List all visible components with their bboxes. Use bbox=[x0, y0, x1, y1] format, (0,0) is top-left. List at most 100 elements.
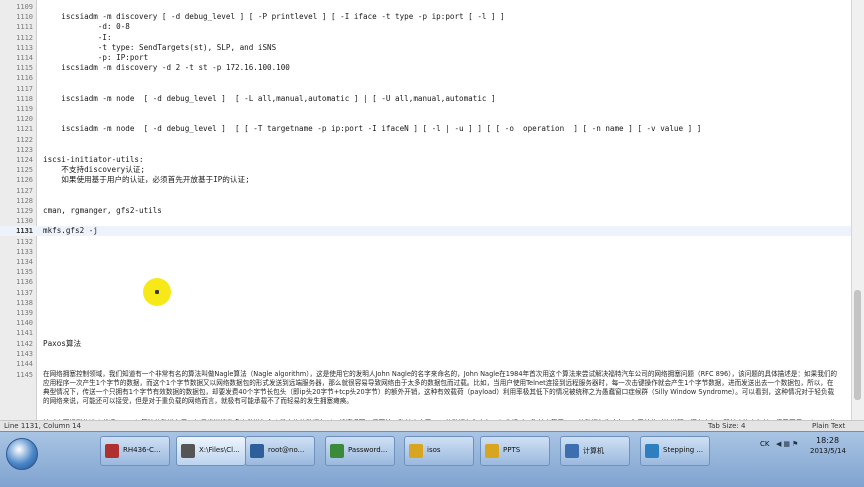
taskbar-button[interactable]: root@no... bbox=[245, 436, 315, 466]
line-number: 1110 bbox=[16, 13, 33, 22]
scrollbar-thumb[interactable] bbox=[854, 290, 861, 400]
line-text: iscsiadm -m node [ -d debug_level ] [ -L… bbox=[43, 93, 496, 103]
line-number: 1134 bbox=[16, 258, 33, 266]
editor-line[interactable]: 1112 -I: bbox=[0, 33, 852, 43]
editor-line[interactable]: 1116 bbox=[0, 73, 852, 83]
system-tray: CK ◀▦⚑ 18:28 2013/5/14 bbox=[754, 432, 864, 487]
editor-line[interactable]: 1138 bbox=[0, 298, 852, 308]
taskbar-button[interactable]: Password... bbox=[325, 436, 395, 466]
start-button[interactable] bbox=[6, 438, 38, 470]
line-text: mkfs.gfs2 -j bbox=[43, 226, 98, 236]
editor-line[interactable]: 1131 mkfs.gfs2 -j bbox=[0, 226, 852, 237]
editor-line[interactable]: 1127 bbox=[0, 186, 852, 196]
editor-line[interactable]: 1134 bbox=[0, 257, 852, 267]
line-number: 1130 bbox=[16, 217, 33, 226]
line-number: 1131 bbox=[16, 227, 33, 236]
line-number: 1123 bbox=[16, 145, 33, 154]
line-number: 1121 bbox=[16, 125, 33, 134]
taskbar-button[interactable]: isos bbox=[404, 436, 474, 466]
editor-line[interactable]: 1141 bbox=[0, 328, 852, 338]
editor-line[interactable]: 1139 bbox=[0, 308, 852, 318]
editor-line[interactable]: 1132 bbox=[0, 237, 852, 247]
tab-size-status[interactable]: Tab Size: 4 bbox=[708, 421, 745, 431]
clock-date[interactable]: 2013/5/14 bbox=[810, 447, 846, 455]
line-text: iscsiadm -m discovery -d 2 -t st -p 172.… bbox=[43, 63, 290, 73]
editor-line[interactable]: 1117 bbox=[0, 84, 852, 94]
line-number: 1136 bbox=[16, 278, 33, 287]
editor-line[interactable]: 1114 -p: IP:port bbox=[0, 53, 852, 63]
line-number: 1129 bbox=[16, 207, 33, 215]
taskbar-button[interactable]: PPTS bbox=[480, 436, 550, 466]
editor-line[interactable]: 1122 bbox=[0, 135, 852, 145]
line-number: 1141 bbox=[16, 329, 33, 338]
editor-line[interactable]: 1119 bbox=[0, 104, 852, 114]
editor-line[interactable]: 1135 bbox=[0, 267, 852, 277]
editor-line[interactable]: 1137 bbox=[0, 288, 852, 298]
line-number: 1133 bbox=[16, 247, 33, 256]
editor-line[interactable]: 1142 Paxos算法 bbox=[0, 339, 852, 349]
flag-icon[interactable]: ⚑ bbox=[792, 440, 800, 448]
line-number: 1142 bbox=[16, 339, 33, 348]
line-number: 1128 bbox=[16, 196, 33, 205]
cursor-position-status: Line 1131, Column 14 bbox=[4, 422, 82, 430]
editor-line[interactable]: 1115 iscsiadm -m discovery -d 2 -t st -p… bbox=[0, 63, 852, 73]
editor-text-area[interactable]: 1109 1110 iscsiadm -m discovery [ -d debu… bbox=[0, 0, 852, 420]
line-number: 1117 bbox=[16, 84, 33, 93]
line-number: 1137 bbox=[16, 288, 33, 297]
editor-line[interactable]: 1109 bbox=[0, 2, 852, 12]
taskbar-button-label: Stepping ... bbox=[663, 446, 704, 454]
editor-line[interactable]: 1123 bbox=[0, 145, 852, 155]
line-number: 1126 bbox=[16, 176, 33, 185]
line-number: 1113 bbox=[16, 43, 33, 52]
tray-icons[interactable]: ◀▦⚑ bbox=[776, 440, 800, 448]
editor-line[interactable]: 1113 -t type: SendTargets(st), SLP, and … bbox=[0, 43, 852, 53]
taskbar-button-label: isos bbox=[427, 446, 441, 454]
editor-line[interactable]: 1140 bbox=[0, 318, 852, 328]
line-number: 1119 bbox=[16, 105, 33, 113]
sublime-text-icon bbox=[181, 444, 195, 458]
line-text: cman, rgmanger, gfs2-utils bbox=[43, 206, 162, 215]
taskbar-button[interactable]: X:\Files\Cl... bbox=[176, 436, 246, 466]
line-text: -d: 0-8 bbox=[43, 22, 130, 32]
line-number: 1124 bbox=[16, 156, 33, 164]
editor-line[interactable]: 1144 bbox=[0, 359, 852, 369]
taskbar-button[interactable]: Stepping ... bbox=[640, 436, 710, 466]
editor-line[interactable]: 1133 bbox=[0, 247, 852, 257]
taskbar-button[interactable]: 计算机 bbox=[560, 436, 630, 466]
network-icon[interactable]: ▦ bbox=[783, 440, 792, 448]
editor-line[interactable]: 1128 bbox=[0, 196, 852, 206]
line-number: 1127 bbox=[16, 186, 33, 195]
line-number: 1144 bbox=[16, 360, 33, 368]
editor-line[interactable]: 1136 bbox=[0, 277, 852, 287]
line-text: -p: IP:port bbox=[43, 53, 149, 62]
taskbar-button[interactable]: RH436-C... bbox=[100, 436, 170, 466]
clock-time[interactable]: 18:28 bbox=[816, 436, 839, 445]
editor-line[interactable]: 1143 bbox=[0, 349, 852, 359]
line-text: 不支持discovery认证; bbox=[43, 165, 145, 175]
line-text: iscsiadm -m node [ -d debug_level ] [ [ … bbox=[43, 124, 702, 134]
line-number: 1145 bbox=[16, 371, 33, 380]
mouse-cursor-highlight bbox=[143, 278, 171, 306]
line-text: -t type: SendTargets(st), SLP, and iSNS bbox=[43, 42, 277, 52]
line-number: 1140 bbox=[16, 319, 33, 328]
editor-line[interactable]: 1120 bbox=[0, 114, 852, 124]
taskbar-button-label: RH436-C... bbox=[123, 446, 161, 454]
text-editor-window[interactable]: 1109 1110 iscsiadm -m discovery [ -d debu… bbox=[0, 0, 864, 420]
editor-line[interactable]: 1121 iscsiadm -m node [ -d debug_level ]… bbox=[0, 124, 852, 134]
editor-line[interactable]: 1126 如果使用基于用户的认证，必须首先开放基于IP的认证; bbox=[0, 175, 852, 185]
syntax-mode-status[interactable]: Plain Text bbox=[812, 421, 845, 431]
vertical-scrollbar[interactable] bbox=[851, 0, 864, 420]
line-text: iscsi-initiator-utils: bbox=[43, 155, 144, 164]
editor-line[interactable]: 1129 cman, rgmanger, gfs2-utils bbox=[0, 206, 852, 216]
line-number: 1138 bbox=[16, 298, 33, 307]
editor-wrapped-line[interactable]: 1145 在网络拥塞控制领域，我们知道有一个非常有名的算法叫做Nagle算法（Na… bbox=[0, 370, 852, 415]
input-method-indicator[interactable]: CK bbox=[760, 440, 769, 448]
editor-line[interactable]: 1130 bbox=[0, 216, 852, 226]
editor-line[interactable]: 1110 iscsiadm -m discovery [ -d debug_le… bbox=[0, 12, 852, 22]
editor-line[interactable]: 1118 iscsiadm -m node [ -d debug_level ]… bbox=[0, 94, 852, 104]
editor-line[interactable]: 1125 不支持discovery认证; bbox=[0, 165, 852, 175]
line-number: 1120 bbox=[16, 115, 33, 124]
editor-line[interactable]: 1111 -d: 0-8 bbox=[0, 22, 852, 32]
line-number: 1111 bbox=[16, 23, 33, 32]
editor-line[interactable]: 1124 iscsi-initiator-utils: bbox=[0, 155, 852, 165]
